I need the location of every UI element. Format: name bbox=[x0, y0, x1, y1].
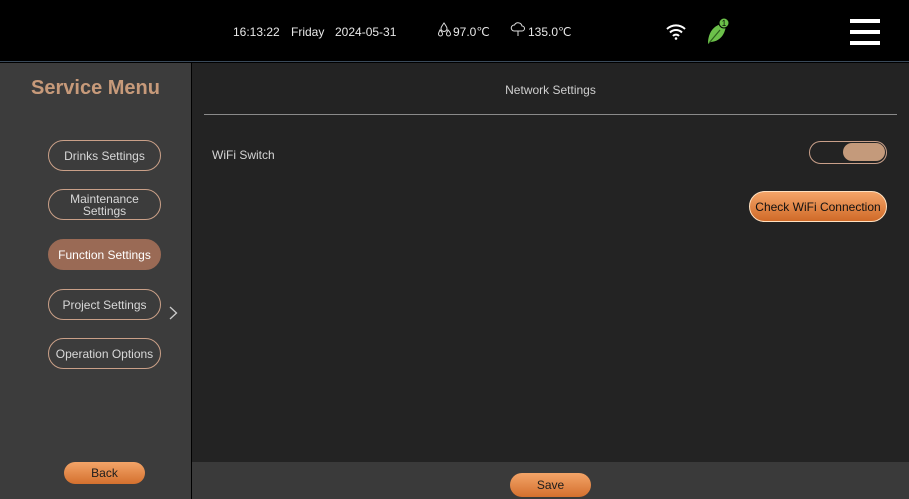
sidebar: Service Menu Drinks Settings Maintenance… bbox=[0, 63, 191, 499]
steam-icon bbox=[510, 21, 526, 42]
footer-bar: Save bbox=[192, 462, 909, 499]
sidebar-item-maintenance-settings[interactable]: Maintenance Settings bbox=[48, 189, 161, 220]
status-bar: 16:13:22 Friday 2024-05-31 97.0℃ 135.0℃ … bbox=[0, 0, 909, 62]
sidebar-title: Service Menu bbox=[31, 77, 160, 99]
wifi-switch-toggle[interactable] bbox=[809, 141, 887, 164]
sidebar-item-project-settings[interactable]: Project Settings bbox=[48, 289, 161, 320]
clock-time: 16:13:22 bbox=[233, 25, 280, 39]
save-button[interactable]: Save bbox=[510, 473, 591, 497]
title-divider bbox=[204, 114, 897, 115]
sidebar-item-drinks-settings[interactable]: Drinks Settings bbox=[48, 140, 161, 171]
steam-temperature: 135.0℃ bbox=[528, 25, 572, 39]
leaf-icon: 1 bbox=[705, 17, 731, 52]
clock-day: Friday bbox=[291, 25, 325, 39]
sidebar-item-function-settings[interactable]: Function Settings bbox=[48, 239, 161, 270]
wifi-switch-label: WiFi Switch bbox=[212, 148, 275, 162]
menu-icon[interactable] bbox=[850, 19, 880, 52]
clock-date: 2024-05-31 bbox=[335, 25, 397, 39]
back-button[interactable]: Back bbox=[64, 462, 145, 484]
wifi-icon bbox=[666, 24, 686, 45]
leaf-badge: 1 bbox=[722, 19, 727, 28]
page-title: Network Settings bbox=[505, 83, 596, 97]
sidebar-item-operation-options[interactable]: Operation Options bbox=[48, 338, 161, 369]
chevron-right-icon bbox=[169, 306, 178, 325]
check-wifi-connection-button[interactable]: Check WiFi Connection bbox=[749, 191, 887, 222]
main-panel: Network Settings WiFi Switch Check WiFi … bbox=[192, 63, 909, 462]
water-drops-icon bbox=[437, 22, 452, 43]
water-temperature: 97.0℃ bbox=[453, 25, 490, 39]
toggle-knob bbox=[843, 143, 885, 161]
